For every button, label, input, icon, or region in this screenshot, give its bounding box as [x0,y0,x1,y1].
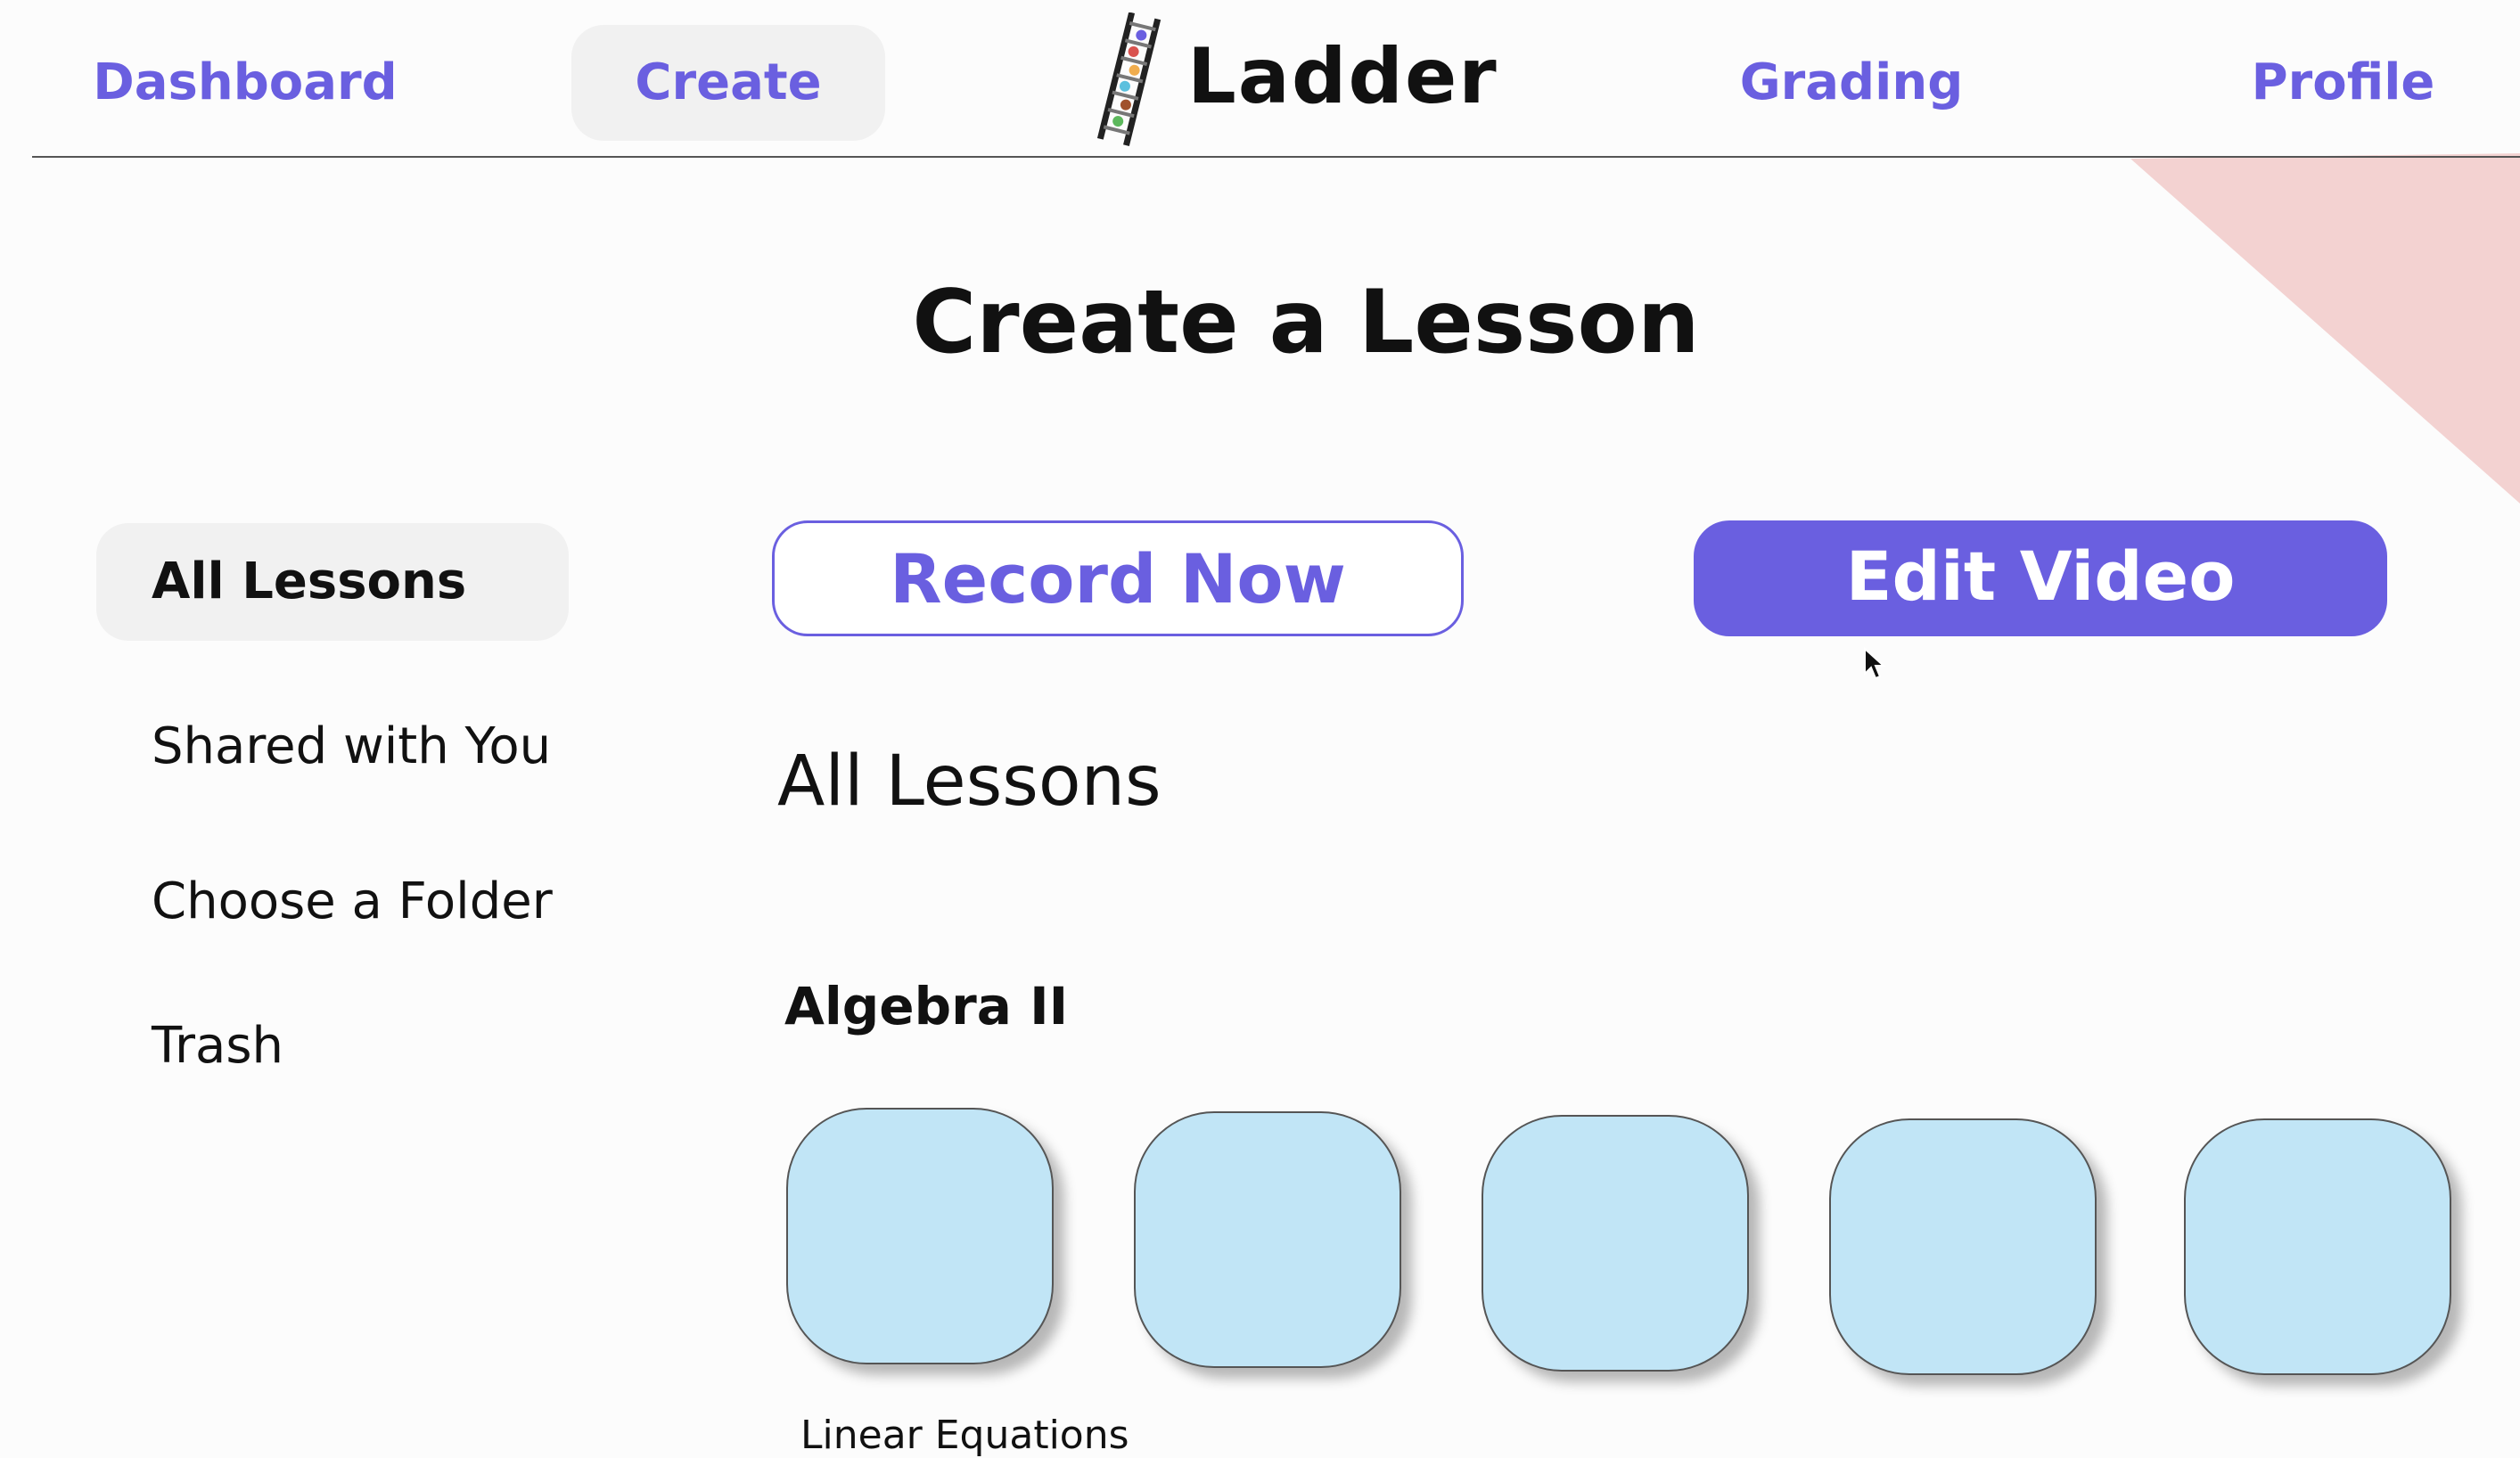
nav-create[interactable]: Create [571,25,885,141]
lesson-tile[interactable] [2184,1118,2451,1375]
lesson-tile[interactable] [1829,1118,2097,1375]
sidebar-item-trash[interactable]: Trash [96,987,569,1105]
lesson-tile-label: Linear Equations [800,1413,1129,1458]
section-title: All Lessons [777,741,1161,822]
sidebar-item-all-lessons[interactable]: All Lessons [96,523,569,641]
record-now-button[interactable]: Record Now [772,520,1464,636]
mouse-cursor-icon [1864,647,1886,680]
sidebar-item-choose-folder[interactable]: Choose a Folder [96,843,569,961]
ladder-icon [1096,12,1161,146]
folder-title: Algebra II [784,976,1069,1036]
sidebar-item-shared-with-you[interactable]: Shared with You [96,688,569,806]
ladder-logo[interactable]: Ladder [1086,12,1497,146]
lesson-tile[interactable] [786,1108,1054,1364]
edit-video-button[interactable]: Edit Video [1694,520,2387,636]
brand-name: Ladder [1187,32,1498,121]
nav-grading[interactable]: Grading [1707,25,1996,141]
page-title: Create a Lesson [912,272,1700,373]
lesson-tile[interactable] [1134,1111,1401,1368]
nav-profile[interactable]: Profile [2225,25,2461,141]
nav-dashboard[interactable]: Dashboard [71,25,419,141]
lesson-tile[interactable] [1482,1115,1749,1372]
nav-divider [32,156,2520,158]
